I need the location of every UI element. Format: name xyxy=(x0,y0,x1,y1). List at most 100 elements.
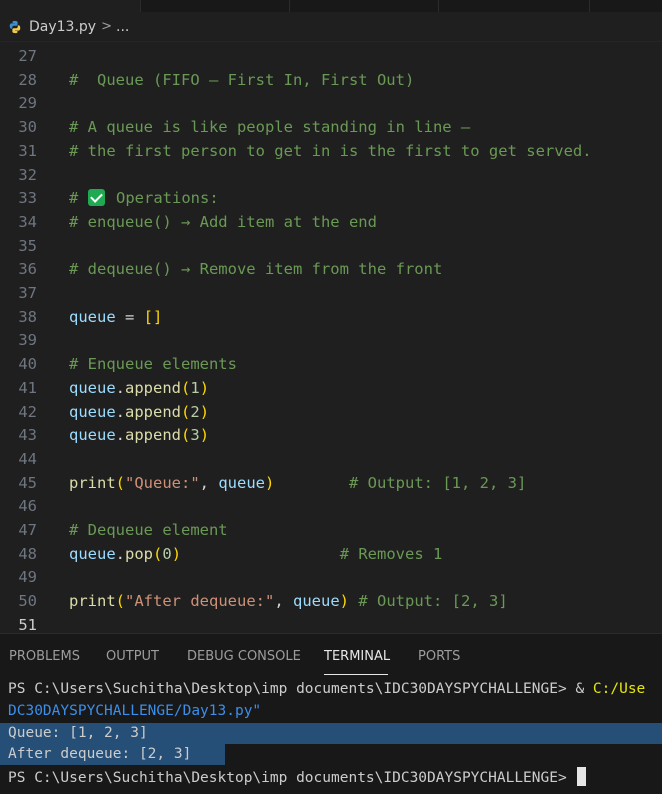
tab-debug-console[interactable]: DEBUG CONSOLE xyxy=(187,649,301,664)
code-line[interactable]: 49 xyxy=(0,565,662,589)
code-line[interactable]: 35 xyxy=(0,234,662,258)
number-literal: 2 xyxy=(190,402,200,421)
variable: queue xyxy=(69,402,116,421)
bracket: ( xyxy=(181,426,191,445)
code-line[interactable]: 27 xyxy=(0,44,662,68)
editor-tab[interactable] xyxy=(439,0,590,12)
line-number: 31 xyxy=(18,141,37,160)
editor-tab-active[interactable] xyxy=(0,0,141,12)
code-line[interactable]: 46 xyxy=(0,494,662,518)
variable: queue xyxy=(69,544,116,563)
code-editor[interactable]: 27 28 # Queue (FIFO – First In, First Out)… xyxy=(0,42,662,632)
bracket: ) xyxy=(199,378,210,397)
code-line[interactable]: 36 # dequeue() → Remove item from the fro… xyxy=(0,257,662,281)
code-line[interactable]: 33 # Operations: xyxy=(0,186,662,210)
terminal-prompt: PS C:\Users\Suchitha\Desktop\imp documen… xyxy=(8,770,576,786)
code-text: print("After dequeue:", queue) # Output:… xyxy=(69,589,508,613)
code-line[interactable]: 48 queue.pop(0) # Removes 1 xyxy=(0,542,662,566)
variable: queue xyxy=(218,473,266,492)
code-line[interactable]: 32 xyxy=(0,163,662,187)
code-line[interactable]: 45 print("Queue:", queue) # Output: [1, 2… xyxy=(0,471,662,495)
line-number: 51 xyxy=(18,615,37,632)
tab-problems[interactable]: PROBLEMS xyxy=(9,649,80,664)
function-name: print xyxy=(69,592,116,611)
line-number: 32 xyxy=(18,165,37,184)
code-line[interactable]: 40 # Enqueue elements xyxy=(0,352,662,376)
code-line[interactable]: 37 xyxy=(0,281,662,305)
dot: . xyxy=(115,426,126,445)
function-name: pop xyxy=(125,544,154,563)
terminal-output: After dequeue: [2, 3] xyxy=(8,746,192,762)
tab-output[interactable]: OUTPUT xyxy=(106,649,159,664)
bracket: ) xyxy=(171,544,182,563)
line-number: 36 xyxy=(18,260,37,279)
line-number: 47 xyxy=(18,521,37,539)
variable: queue xyxy=(69,307,116,326)
line-number: 39 xyxy=(18,331,37,350)
variable: queue xyxy=(69,378,116,397)
variable: queue xyxy=(69,426,116,445)
panel-tab-bar: PROBLEMS OUTPUT DEBUG CONSOLE TERMINAL P… xyxy=(0,633,662,678)
line-number: 37 xyxy=(18,284,37,302)
code-line[interactable]: 43 queue.append(3) xyxy=(0,423,662,447)
code-line[interactable]: 50 print("After dequeue:", queue) # Outpu… xyxy=(0,589,662,613)
breadcrumb-rest[interactable]: ... xyxy=(116,19,129,35)
code-line[interactable]: 28 # Queue (FIFO – First In, First Out) xyxy=(0,68,662,92)
code-line[interactable]: 38 queue = [] xyxy=(0,305,662,329)
code-line[interactable]: 31 # the first person to get in is the fi… xyxy=(0,139,662,163)
code-line[interactable]: 51 xyxy=(0,613,662,632)
terminal-command-path: C:/Use xyxy=(592,681,646,697)
tab-terminal[interactable]: TERMINAL xyxy=(324,649,390,664)
code-text: queue.append(1) xyxy=(69,376,209,400)
number-literal: 3 xyxy=(190,426,200,445)
code-text: # enqueue() → Add item at the end xyxy=(69,210,377,234)
terminal[interactable]: PS C:\Users\Suchitha\Desktop\imp documen… xyxy=(0,677,662,794)
code-line[interactable]: 44 xyxy=(0,447,662,471)
separator: , xyxy=(274,592,293,611)
function-name: append xyxy=(125,426,182,445)
line-number: 44 xyxy=(18,449,37,468)
bracket: ( xyxy=(181,378,191,397)
terminal-line: PS C:\Users\Suchitha\Desktop\imp documen… xyxy=(8,767,587,788)
code-line[interactable]: 42 queue.append(2) xyxy=(0,400,662,424)
line-number: 46 xyxy=(18,497,37,516)
line-number: 41 xyxy=(18,378,37,397)
code-text: queue = [] xyxy=(69,305,162,329)
breadcrumb-file[interactable]: Day13.py xyxy=(29,19,96,35)
code-line[interactable]: 47 # Dequeue element xyxy=(0,518,662,542)
bracket: ) xyxy=(199,426,210,445)
bracket: ) xyxy=(339,592,350,611)
bracket: [] xyxy=(143,307,163,326)
code-line[interactable]: 29 xyxy=(0,91,662,115)
check-mark-icon xyxy=(87,189,105,207)
code-text: queue.append(3) xyxy=(69,423,209,447)
line-number: 33 xyxy=(18,189,37,208)
code-line[interactable]: 34 # enqueue() → Add item at the end xyxy=(0,210,662,234)
code-line[interactable]: 39 xyxy=(0,328,662,352)
terminal-amp: & xyxy=(575,681,593,697)
terminal-line: PS C:\Users\Suchitha\Desktop\imp documen… xyxy=(8,679,645,700)
code-line[interactable]: 30 # A queue is like people standing in l… xyxy=(0,115,662,139)
line-number: 50 xyxy=(18,592,37,611)
terminal-line: DC30DAYSPYCHALLENGE/Day13.py" xyxy=(8,703,262,719)
function-name: append xyxy=(125,378,182,397)
terminal-prompt: PS C:\Users\Suchitha\Desktop\imp documen… xyxy=(8,681,576,697)
breadcrumb: Day13.py > ... xyxy=(0,12,662,42)
code-line[interactable]: 41 queue.append(1) xyxy=(0,376,662,400)
editor-tab[interactable] xyxy=(290,0,439,12)
line-number: 27 xyxy=(18,47,37,65)
line-number: 29 xyxy=(18,94,37,113)
string-literal: "Queue:" xyxy=(125,473,200,492)
comment-text: # enqueue() → Add item at the end xyxy=(69,212,377,231)
terminal-selected-line: After dequeue: [2, 3] xyxy=(0,744,225,765)
bracket: ( xyxy=(153,544,163,563)
editor-tab[interactable] xyxy=(141,0,290,12)
bracket: ) xyxy=(199,402,210,421)
comment-text: Operations: xyxy=(106,189,219,208)
number-literal: 1 xyxy=(190,378,200,397)
separator: , xyxy=(199,473,219,492)
comment-text: # A queue is like people standing in lin… xyxy=(69,118,471,137)
tab-ports[interactable]: PORTS xyxy=(418,649,460,664)
